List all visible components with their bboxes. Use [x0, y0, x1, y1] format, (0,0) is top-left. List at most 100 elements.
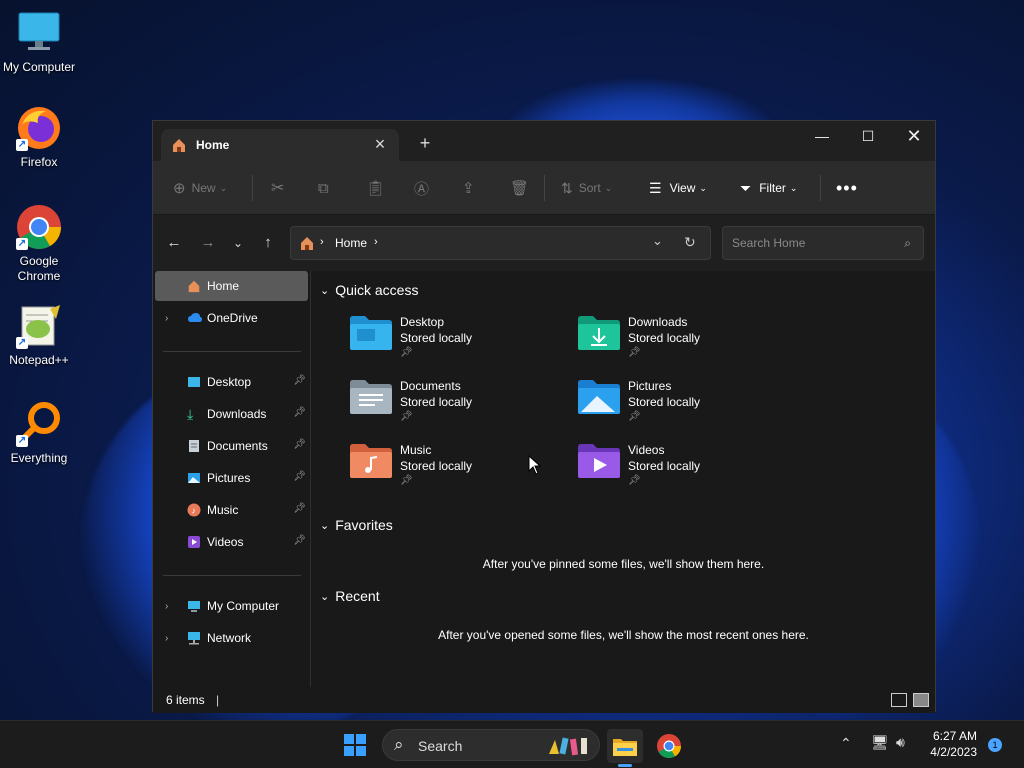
sidebar-item-downloads[interactable]: ⤓ Downloads 📌︎ [155, 399, 308, 429]
taskbar-file-explorer[interactable] [607, 729, 643, 767]
sidebar-item-onedrive[interactable]: › OneDrive [155, 303, 308, 333]
filter-button[interactable]: ⏷ Filter ⌄ [740, 178, 797, 198]
sidebar-item-label: Pictures [207, 471, 251, 485]
address-bar[interactable]: › Home › ⌄ ↻ [290, 226, 711, 260]
chevron-right-icon: › [165, 600, 169, 612]
desktop-icon-my-computer[interactable]: My Computer [1, 10, 77, 75]
share-button[interactable]: ⇪ [462, 178, 475, 198]
section-title: Quick access [335, 282, 419, 298]
taskbar-search[interactable]: ⌕ Search [382, 729, 600, 761]
desktop-icon-everything[interactable]: ↗ Everything [1, 401, 77, 466]
sort-button-label: Sort [578, 181, 601, 195]
paste-button[interactable]: 📋︎ [366, 178, 385, 198]
desktop-icon-chrome[interactable]: ↗ Google Chrome [1, 204, 77, 284]
quick-access-item[interactable]: Videos Stored locally 📌︎ [577, 439, 777, 491]
cut-button[interactable]: ✂ [271, 178, 284, 198]
svg-text:♪: ♪ [192, 506, 197, 516]
new-button[interactable]: ⊕ New ⌄ [173, 178, 227, 198]
cloud-icon [187, 311, 202, 325]
close-window-button[interactable]: ✕ [891, 121, 937, 151]
view-list-icon: ☰ [649, 179, 662, 196]
breadcrumb-home[interactable]: Home [335, 236, 367, 250]
taskbar-chrome[interactable] [651, 729, 687, 763]
monitor-icon [16, 10, 62, 56]
quick-access-item[interactable]: Desktop Stored locally 📌︎ [349, 311, 549, 363]
sidebar-item-pictures[interactable]: Pictures 📌︎ [155, 463, 308, 493]
shortcut-arrow-icon: ↗ [16, 435, 28, 447]
desktop-icon-label: Notepad++ [9, 353, 69, 367]
address-history-icon[interactable]: ⌄ [652, 233, 663, 249]
pin-icon: 📌︎ [293, 503, 306, 514]
shortcut-arrow-icon: ↗ [16, 238, 28, 250]
sidebar-item-videos[interactable]: Videos 📌︎ [155, 527, 308, 557]
sidebar-item-desktop[interactable]: Desktop 📌︎ [155, 367, 308, 397]
desktop-icon-label: Everything [10, 451, 68, 465]
chevron-right-icon: › [165, 312, 169, 324]
back-button[interactable]: ← [164, 233, 184, 253]
desktop-icon-label: My Computer [2, 60, 76, 74]
section-title: Favorites [335, 517, 393, 533]
rename-icon: Ⓐ [414, 180, 430, 198]
maximize-button[interactable]: ☐ [845, 121, 891, 151]
recent-header[interactable]: ⌄ Recent [320, 588, 380, 604]
taskbar-clock[interactable]: 6:27 AM 4/2/2023 [930, 728, 977, 760]
delete-button[interactable]: 🗑︎ [510, 178, 529, 198]
command-bar: ⊕ New ⌄ ✂ ⧉ 📋︎ Ⓐ ⇪ 🗑︎ ⇅ Sort ⌄ ☰ View ⌄ … [153, 161, 935, 215]
title-bar[interactable]: Home × + — ☐ ✕ [153, 121, 935, 161]
search-input[interactable]: Search Home ⌕ [722, 226, 924, 260]
quick-access-item[interactable]: Downloads Stored locally 📌︎ [577, 311, 777, 363]
pin-icon: 📌︎ [628, 411, 641, 422]
windows-logo-icon [344, 734, 366, 756]
start-button[interactable] [343, 733, 367, 757]
item-location: Stored locally [628, 395, 701, 409]
sidebar-item-home[interactable]: Home [155, 271, 308, 301]
desktop-icon-firefox[interactable]: ↗ Firefox [1, 105, 77, 170]
show-hidden-icons-button[interactable]: ⌃ [840, 735, 852, 752]
item-name: Desktop [400, 315, 445, 329]
desktop-icon-notepad-plus-plus[interactable]: ↗ Notepad++ [1, 303, 77, 368]
forward-button[interactable]: → [198, 233, 218, 253]
up-button[interactable]: ↑ [258, 233, 278, 253]
firefox-icon: ↗ [16, 105, 62, 151]
new-tab-button[interactable]: + [415, 133, 435, 153]
chevron-right-icon: › [165, 632, 169, 644]
quick-access-item[interactable]: Pictures Stored locally 📌︎ [577, 375, 777, 427]
network-status-icon[interactable]: 🖥︎ [871, 734, 889, 751]
refresh-icon[interactable]: ↻ [684, 234, 696, 251]
favorites-header[interactable]: ⌄ Favorites [320, 517, 393, 533]
more-options-button[interactable]: ••• [836, 178, 858, 198]
sidebar-item-documents[interactable]: Documents 📌︎ [155, 431, 308, 461]
tab-home[interactable]: Home × [161, 129, 399, 161]
recent-locations-button[interactable]: ⌄ [228, 233, 248, 253]
quick-access-item[interactable]: Documents Stored locally 📌︎ [349, 375, 549, 427]
close-tab-icon[interactable]: × [369, 134, 391, 156]
search-highlight-icon [545, 734, 593, 758]
download-icon: ⤓ [187, 406, 194, 422]
sidebar-item-label: Downloads [207, 407, 267, 421]
item-location: Stored locally [628, 331, 701, 345]
view-button[interactable]: ☰ View ⌄ [649, 178, 707, 198]
sidebar-item-network[interactable]: › Network [155, 623, 308, 653]
details-view-button[interactable] [891, 693, 907, 707]
sort-button[interactable]: ⇅ Sort ⌄ [561, 178, 612, 198]
item-location: Stored locally [400, 459, 473, 473]
notification-badge[interactable]: 1 [988, 738, 1002, 752]
quick-access-item[interactable]: Music Stored locally 📌︎ [349, 439, 549, 491]
sidebar-item-label: Videos [207, 535, 244, 549]
rename-button[interactable]: Ⓐ [414, 178, 429, 198]
toolbar-divider [820, 175, 821, 201]
chevron-down-icon: ⌄ [789, 182, 798, 193]
copy-icon: ⧉ [318, 179, 329, 197]
sidebar-item-my-computer[interactable]: › My Computer [155, 591, 308, 621]
sidebar-item-label: Network [207, 631, 252, 645]
search-icon: ⌕ [904, 236, 911, 250]
breadcrumb-separator-icon: › [320, 236, 324, 248]
sidebar-item-music[interactable]: ♪ Music 📌︎ [155, 495, 308, 525]
sidebar-item-label: Home [207, 279, 240, 293]
quick-access-header[interactable]: ⌄ Quick access [320, 282, 418, 298]
desktop-icon [187, 375, 201, 389]
volume-icon[interactable]: 🔊︎ [896, 734, 905, 751]
minimize-button[interactable]: — [799, 121, 845, 151]
copy-button[interactable]: ⧉ [318, 178, 329, 198]
large-icons-view-button[interactable] [913, 693, 929, 707]
